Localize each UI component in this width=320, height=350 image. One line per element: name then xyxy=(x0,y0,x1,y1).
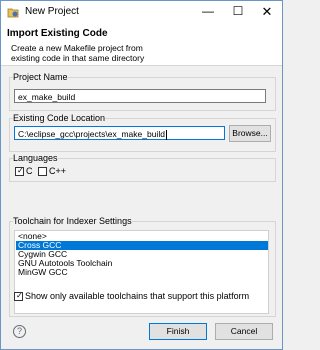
code-location-label: Existing Code Location xyxy=(13,113,106,123)
toolchain-list[interactable]: <none> Cross GCC Cygwin GCC GNU Autotool… xyxy=(14,230,269,314)
language-cpp-label: C++ xyxy=(49,166,67,176)
project-name-input[interactable]: ex_make_build xyxy=(14,89,266,103)
show-only-supported-checkbox[interactable]: ✓ xyxy=(14,291,23,301)
toolchain-label: Toolchain for Indexer Settings xyxy=(13,216,132,226)
minimize-button[interactable]: — xyxy=(193,1,223,23)
toolchain-item-mingw-gcc[interactable]: MinGW GCC xyxy=(16,268,268,277)
project-name-value: ex_make_build xyxy=(18,92,76,102)
language-c-checkbox[interactable]: ✓ xyxy=(15,166,24,176)
page-description: Create a new Makefile project from exist… xyxy=(11,43,145,63)
page-title: Import Existing Code xyxy=(7,28,108,39)
close-button[interactable]: ✕ xyxy=(252,1,282,23)
wizard-banner: Import Existing Code Create a new Makefi… xyxy=(1,23,282,66)
finish-button[interactable]: Finish xyxy=(149,323,207,340)
check-icon: ✓ xyxy=(16,291,23,300)
title-bar: New Project — ☐ ✕ xyxy=(1,1,282,23)
text-caret xyxy=(165,129,167,140)
check-icon: ✓ xyxy=(17,166,24,175)
language-cpp-checkbox[interactable] xyxy=(38,167,47,176)
window-title: New Project xyxy=(25,6,79,17)
maximize-button[interactable]: ☐ xyxy=(223,1,253,23)
eclipse-project-icon xyxy=(7,8,19,18)
new-project-dialog: New Project — ☐ ✕ Import Existing Code C… xyxy=(0,0,283,350)
cancel-button[interactable]: Cancel xyxy=(215,323,273,340)
code-location-input[interactable]: C:\eclipse_gcc\projects\ex_make_build xyxy=(14,126,225,140)
browse-button[interactable]: Browse... xyxy=(229,125,271,142)
show-only-supported-label: Show only available toolchains that supp… xyxy=(25,291,250,301)
languages-label: Languages xyxy=(13,153,58,163)
help-icon[interactable]: ? xyxy=(13,325,26,338)
code-location-value: C:\eclipse_gcc\projects\ex_make_build xyxy=(18,129,165,139)
project-name-label: Project Name xyxy=(13,72,68,82)
language-c-label: C xyxy=(26,166,33,176)
